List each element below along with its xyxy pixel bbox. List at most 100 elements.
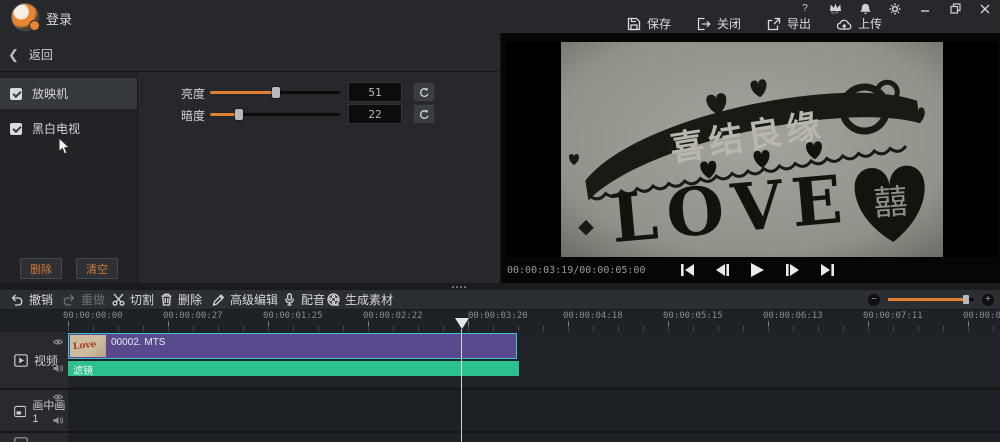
thumbnail-text: Love	[73, 340, 97, 352]
trash-icon	[160, 293, 173, 306]
generate-material-button[interactable]: 生成素材	[327, 290, 393, 309]
cut-label: 切割	[130, 291, 154, 308]
clear-effects-button[interactable]: 清空	[76, 258, 118, 279]
settings-button[interactable]	[888, 2, 902, 15]
slider-fill	[210, 91, 276, 94]
darkness-value[interactable]: 22	[348, 104, 402, 124]
partial-track-header[interactable]	[0, 433, 69, 442]
vip-label: VIP	[831, 11, 839, 15]
partial-track-lane[interactable]	[68, 433, 1000, 442]
delete-effect-button[interactable]: 删除	[20, 258, 62, 279]
video-track-header[interactable]: 视频	[0, 332, 69, 388]
save-button[interactable]: 保存	[627, 15, 671, 32]
dubbing-button[interactable]: 配音	[283, 290, 325, 309]
brightness-value[interactable]: 51	[348, 82, 402, 102]
undo-button[interactable]: 撤销	[10, 290, 53, 309]
back-label: 返回	[29, 46, 53, 63]
zoom-in-button[interactable]: +	[982, 294, 994, 306]
advanced-edit-button[interactable]: 高级编辑	[212, 290, 278, 309]
playhead-handle[interactable]	[455, 318, 469, 329]
back-button[interactable]: ❮ 返回	[8, 46, 53, 63]
redo-button[interactable]: 重做	[62, 290, 105, 309]
play-icon	[749, 262, 765, 278]
darkness-label: 暗度	[181, 107, 205, 124]
timeline-ruler[interactable]: 00:00:00:00 00:00:00:27 00:00:01:25 00:0…	[0, 310, 1000, 331]
upload-cloud-icon	[837, 18, 852, 30]
upload-label: 上传	[858, 15, 882, 32]
step-back-button[interactable]	[711, 261, 733, 279]
darkness-slider[interactable]	[210, 113, 340, 116]
help-button[interactable]: ?	[798, 2, 812, 15]
ruler-label: 00:00:06:13	[763, 311, 823, 321]
ruler-label: 00:00:00:27	[163, 311, 223, 321]
export-label: 导出	[787, 15, 811, 32]
ruler-label: 00:00:05:15	[663, 311, 723, 321]
skip-start-icon	[680, 263, 695, 277]
video-editor-window: 登录 ? VIP	[0, 0, 1000, 442]
titlebar: 登录 ? VIP	[0, 0, 1000, 34]
generate-material-label: 生成素材	[345, 291, 393, 308]
ruler-label: 00:00:08:08	[963, 311, 1000, 321]
zoom-thumb[interactable]	[963, 295, 969, 304]
step-back-icon	[715, 263, 730, 277]
video-visibility-toggle[interactable]	[53, 338, 63, 346]
close-project-label: 关闭	[717, 15, 741, 32]
splitter-grip-icon[interactable]	[452, 286, 468, 288]
pip-visibility-toggle[interactable]	[53, 393, 63, 401]
bell-icon	[860, 3, 871, 15]
login-button[interactable]: 登录	[46, 9, 72, 28]
cut-button[interactable]: 切割	[112, 290, 154, 309]
brightness-slider[interactable]	[210, 91, 340, 94]
pip-track-icon	[14, 405, 26, 418]
horizontal-splitter[interactable]	[0, 283, 1000, 290]
undo-icon	[10, 293, 24, 306]
clip-00002-mts[interactable]: Love 00002. MTS	[68, 333, 517, 359]
pencil-icon	[212, 293, 225, 306]
export-button[interactable]: 导出	[767, 15, 811, 32]
pip-track-lane[interactable]	[68, 390, 1000, 431]
zoom-out-button[interactable]: −	[868, 294, 880, 306]
video-mute-toggle[interactable]	[53, 364, 63, 372]
zoom-fill	[888, 298, 967, 301]
pip-track-header[interactable]: 画中画1	[0, 390, 69, 431]
preview-timecode: 00:00:03:19/00:00:05:00	[507, 265, 645, 276]
video-track-icon	[14, 354, 28, 367]
filter-bar[interactable]: 滤镜	[68, 361, 519, 376]
skip-end-icon	[820, 263, 835, 277]
ruler-label: 00:00:00:00	[63, 311, 123, 321]
darkness-row: 暗度 22	[0, 105, 500, 125]
export-icon	[767, 17, 781, 31]
save-icon	[627, 17, 641, 31]
redo-label: 重做	[81, 291, 105, 308]
zoom-slider[interactable]	[888, 298, 974, 301]
upload-button[interactable]: 上传	[837, 15, 882, 32]
undo-label: 撤销	[29, 291, 53, 308]
close-project-button[interactable]: 关闭	[697, 15, 741, 32]
close-window-button[interactable]	[978, 2, 992, 15]
app-logo-icon[interactable]	[11, 3, 39, 31]
skip-end-button[interactable]	[816, 261, 838, 279]
partial-track-icon	[14, 437, 28, 442]
brightness-reset-button[interactable]	[413, 82, 435, 102]
vip-crown-button[interactable]: VIP	[828, 2, 842, 15]
slider-thumb[interactable]	[272, 87, 280, 98]
delete-clip-button[interactable]: 删除	[160, 290, 202, 309]
timeline: 00:00:00:00 00:00:00:27 00:00:01:25 00:0…	[0, 310, 1000, 442]
slider-thumb[interactable]	[235, 109, 243, 120]
step-forward-icon	[785, 263, 800, 277]
brightness-row: 亮度 51	[0, 83, 500, 103]
pip-mute-toggle[interactable]	[53, 416, 63, 424]
redo-icon	[62, 293, 76, 306]
maximize-button[interactable]	[948, 2, 962, 15]
ruler-label: 00:00:03:20	[468, 311, 528, 321]
video-content: 喜结良缘 LOVE 囍	[561, 42, 943, 257]
step-forward-button[interactable]	[781, 261, 803, 279]
skip-start-button[interactable]	[676, 261, 698, 279]
ruler-label: 00:00:01:25	[263, 311, 323, 321]
notifications-button[interactable]	[858, 2, 872, 15]
play-button[interactable]	[746, 261, 768, 279]
reel-icon	[327, 293, 340, 306]
darkness-reset-button[interactable]	[413, 104, 435, 124]
minimize-button[interactable]	[918, 2, 932, 15]
video-frame[interactable]: 喜结良缘 LOVE 囍	[507, 42, 997, 257]
